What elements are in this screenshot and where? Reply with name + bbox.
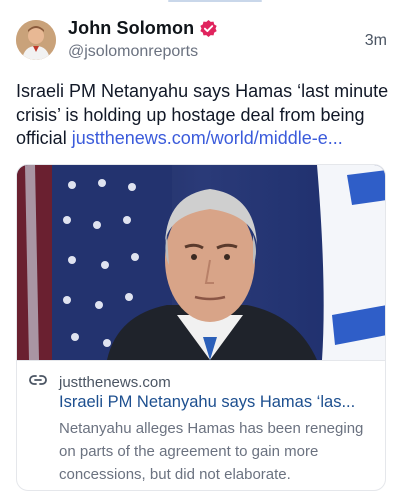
link-preview-domain-row: justthenews.com xyxy=(29,373,171,391)
link-preview-image[interactable] xyxy=(17,165,385,360)
link-preview-meta: justthenews.com Israeli PM Netanyahu say… xyxy=(17,360,385,490)
post-body: Israeli PM Netanyahu says Hamas ‘last mi… xyxy=(16,80,391,151)
post[interactable]: John Solomon @jsolomonreports 3m Israeli… xyxy=(0,0,403,500)
post-link[interactable]: justthenews.com/world/middle-e... xyxy=(72,128,343,148)
link-icon xyxy=(29,373,59,391)
news-photo-icon xyxy=(17,165,385,360)
link-preview-domain: justthenews.com xyxy=(59,373,171,391)
link-preview-description: Netanyahu alleges Hamas has been renegin… xyxy=(59,420,364,483)
avatar-photo-icon xyxy=(16,20,56,60)
author-name-row: John Solomon xyxy=(68,18,218,39)
link-preview-card[interactable]: justthenews.com Israeli PM Netanyahu say… xyxy=(16,164,386,491)
avatar[interactable] xyxy=(16,20,56,60)
link-preview-title[interactable]: Israeli PM Netanyahu says Hamas ‘las... xyxy=(59,393,377,412)
verified-badge-icon xyxy=(199,19,218,38)
post-timestamp: 3m xyxy=(364,32,387,49)
post-header: John Solomon @jsolomonreports 3m xyxy=(16,18,387,64)
author-display-name[interactable]: John Solomon xyxy=(68,18,194,39)
author-handle[interactable]: @jsolomonreports xyxy=(68,43,198,61)
